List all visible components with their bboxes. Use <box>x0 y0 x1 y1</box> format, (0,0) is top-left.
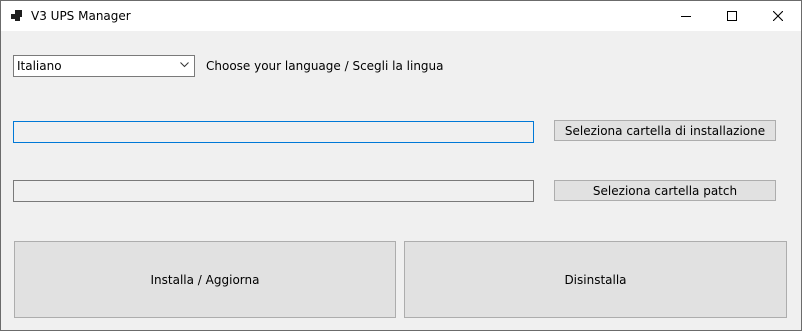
install-update-button[interactable]: Installa / Aggiorna <box>14 241 396 318</box>
select-install-folder-label: Seleziona cartella di installazione <box>564 123 766 138</box>
install-update-label: Installa / Aggiorna <box>150 272 260 287</box>
uninstall-label: Disinstalla <box>564 272 627 287</box>
maximize-button[interactable] <box>709 1 755 31</box>
select-patch-folder-label: Seleziona cartella patch <box>592 183 738 198</box>
app-window: V3 UPS Manager Italiano Choose your lang… <box>0 0 802 331</box>
window-title: V3 UPS Manager <box>31 9 131 23</box>
chevron-down-icon <box>180 62 189 68</box>
title-bar[interactable]: V3 UPS Manager <box>1 1 801 31</box>
select-install-folder-button[interactable]: Seleziona cartella di installazione <box>554 120 776 141</box>
select-patch-folder-button[interactable]: Seleziona cartella patch <box>554 180 776 201</box>
install-folder-field[interactable] <box>13 121 534 143</box>
uninstall-button[interactable]: Disinstalla <box>404 241 787 318</box>
close-icon <box>773 11 783 21</box>
minimize-button[interactable] <box>663 1 709 31</box>
patch-folder-field[interactable] <box>13 180 534 202</box>
app-icon <box>11 10 22 21</box>
language-select[interactable]: Italiano <box>13 55 195 77</box>
language-select-value: Italiano <box>17 59 62 73</box>
language-label: Choose your language / Scegli la lingua <box>206 59 444 73</box>
close-button[interactable] <box>755 1 801 31</box>
